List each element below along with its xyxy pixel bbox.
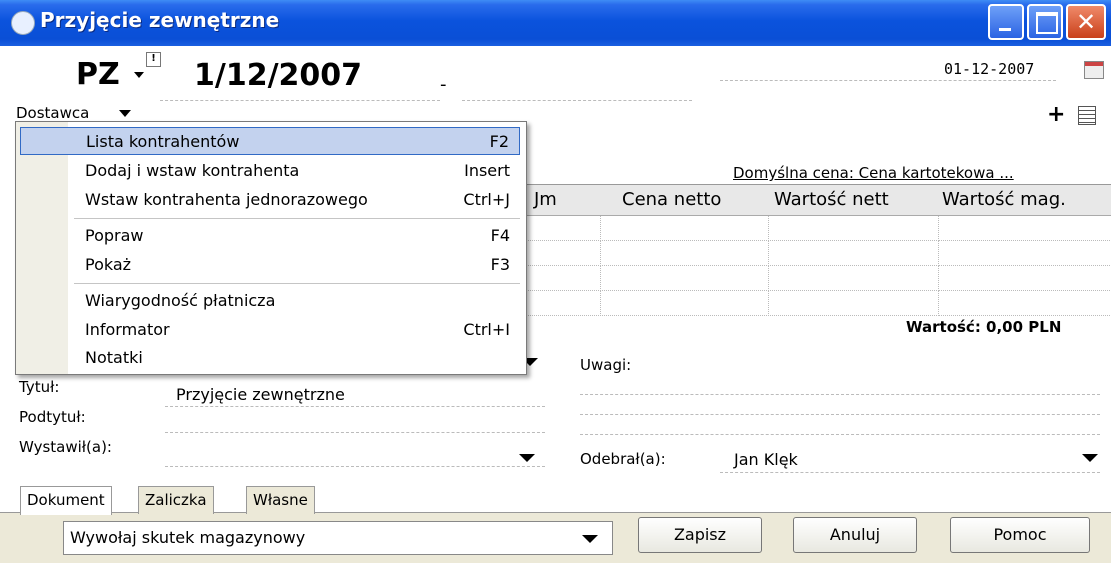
default-price-link[interactable]: Domyślna cena: Cena kartotekowa ...	[733, 164, 1014, 182]
table-cell[interactable]	[938, 216, 1111, 241]
supplier-context-menu: Lista kontrahentów F2 Dodaj i wstaw kontr…	[15, 121, 527, 375]
document-type[interactable]: PZ	[76, 57, 120, 92]
received-by-underline	[720, 472, 1100, 473]
supplier-label[interactable]: Dostawca	[16, 104, 89, 122]
number-underline	[160, 100, 440, 101]
notes-label: Uwagi:	[580, 356, 632, 374]
title-underline	[165, 406, 545, 407]
maximize-icon	[1036, 12, 1058, 34]
menu-item-lista-kontrahentow[interactable]: Lista kontrahentów F2	[20, 127, 520, 155]
close-button[interactable]: ✕	[1066, 4, 1106, 40]
subtitle-label: Podtytuł:	[19, 408, 86, 426]
maximize-button[interactable]	[1027, 4, 1063, 40]
table-cell[interactable]	[768, 216, 939, 241]
menu-item-notatki[interactable]: Notatki	[20, 344, 520, 372]
table-cell[interactable]	[768, 266, 939, 291]
received-by-value[interactable]: Jan Klęk	[734, 450, 798, 469]
table-cell[interactable]	[520, 216, 601, 241]
column-header-net-price[interactable]: Cena netto	[600, 185, 769, 216]
issued-by-field[interactable]	[165, 466, 545, 467]
table-cell[interactable]	[600, 241, 769, 266]
info-icon[interactable]: !	[146, 52, 161, 67]
add-icon[interactable]: +	[1047, 102, 1065, 127]
supplier-dropdown-icon[interactable]	[119, 110, 131, 117]
document-suffix: -	[440, 74, 447, 95]
help-button[interactable]: Pomoc	[950, 517, 1090, 553]
notes-line[interactable]	[580, 394, 1100, 395]
cancel-button[interactable]: Anuluj	[793, 517, 917, 553]
table-cell[interactable]	[600, 216, 769, 241]
table-cell[interactable]	[938, 266, 1111, 291]
table-cell[interactable]	[520, 266, 601, 291]
issued-by-dropdown-icon[interactable]	[519, 454, 535, 462]
notes-line[interactable]	[580, 414, 1100, 415]
title-bar: Przyjęcie zewnętrzne ✕	[0, 0, 1111, 46]
menu-item-wiarygodnosc[interactable]: Wiarygodność płatnicza	[20, 287, 520, 315]
column-header-jm[interactable]: Jm	[520, 185, 601, 216]
stock-effect-select[interactable]: Wywołaj skutek magazynowy	[63, 521, 613, 555]
minimize-button[interactable]	[988, 4, 1024, 40]
calendar-icon[interactable]	[1084, 61, 1104, 79]
received-by-dropdown-icon[interactable]	[1082, 454, 1098, 462]
table-cell[interactable]	[938, 291, 1111, 316]
subtitle-field[interactable]	[165, 432, 545, 433]
issued-by-label: Wystawił(a):	[19, 438, 112, 456]
table-cell[interactable]	[768, 241, 939, 266]
tab-zaliczka[interactable]: Zaliczka	[138, 486, 214, 514]
menu-item-dodaj-kontrahenta[interactable]: Dodaj i wstaw kontrahenta Insert	[20, 157, 520, 185]
table-cell[interactable]	[520, 291, 601, 316]
column-header-net-value[interactable]: Wartość nett	[768, 185, 939, 216]
list-icon[interactable]	[1078, 106, 1096, 125]
table-cell[interactable]	[520, 241, 601, 266]
tab-dokument[interactable]: Dokument	[20, 486, 112, 515]
menu-item-popraw[interactable]: Popraw F4	[20, 222, 520, 250]
title-label: Tytuł:	[19, 378, 60, 396]
document-date[interactable]: 01-12-2007	[944, 60, 1034, 78]
menu-item-wstaw-jednorazowego[interactable]: Wstaw kontrahenta jednorazowego Ctrl+J	[20, 186, 520, 214]
column-header-stock-value[interactable]: Wartość mag.	[938, 185, 1111, 216]
app-icon	[11, 11, 35, 35]
menu-item-informator[interactable]: Informator Ctrl+I	[20, 316, 520, 344]
document-type-chevron-icon[interactable]	[134, 72, 144, 78]
table-cell[interactable]	[600, 291, 769, 316]
window-title: Przyjęcie zewnętrzne	[40, 8, 280, 32]
notes-line[interactable]	[580, 434, 1100, 435]
items-table: Jm Cena netto Wartość nett Wartość mag.	[520, 184, 1111, 316]
total-value: Wartość: 0,00 PLN	[906, 318, 1062, 336]
received-by-label: Odebrał(a):	[580, 450, 666, 468]
minimize-icon	[999, 28, 1011, 31]
table-cell[interactable]	[768, 291, 939, 316]
date-underline	[720, 80, 1056, 81]
table-cell[interactable]	[600, 266, 769, 291]
close-icon: ✕	[1076, 8, 1097, 36]
menu-separator	[74, 283, 520, 284]
menu-separator	[74, 218, 520, 219]
table-cell[interactable]	[938, 241, 1111, 266]
stock-effect-dropdown-icon[interactable]	[582, 535, 598, 543]
document-number[interactable]: 1/12/2007	[194, 58, 362, 93]
tab-wlasne[interactable]: Własne	[246, 486, 315, 514]
suffix-underline	[462, 100, 692, 101]
title-field[interactable]: Przyjęcie zewnętrzne	[176, 385, 345, 404]
menu-item-pokaz[interactable]: Pokaż F3	[20, 251, 520, 279]
save-button[interactable]: Zapisz	[638, 517, 762, 553]
